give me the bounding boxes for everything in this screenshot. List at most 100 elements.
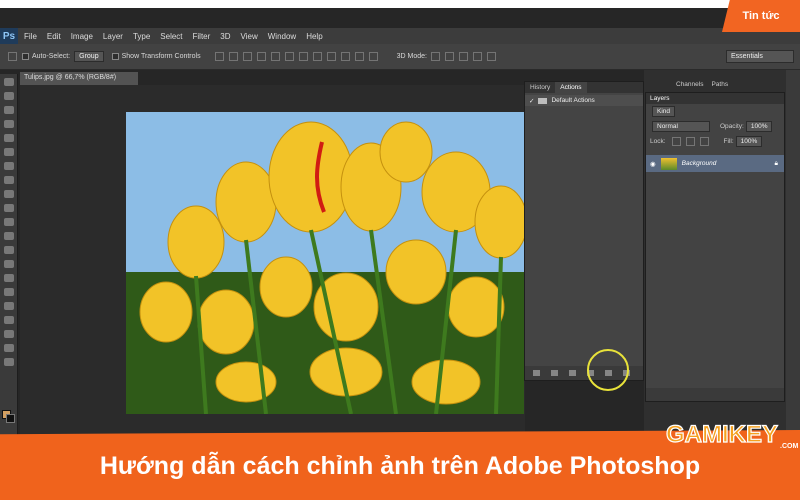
brand-suffix: .COM (780, 443, 798, 450)
menu-file[interactable]: File (24, 32, 37, 41)
highlight-circle (587, 349, 629, 391)
blend-mode-dropdown[interactable]: Normal (652, 121, 710, 132)
menu-edit[interactable]: Edit (47, 32, 61, 41)
marquee-tool-icon[interactable] (3, 92, 14, 100)
menu-type[interactable]: Type (133, 32, 150, 41)
3d-tool-icon[interactable] (3, 330, 14, 338)
distribute-center-icon[interactable] (354, 52, 364, 61)
type-tool-icon[interactable] (3, 288, 14, 296)
lock-position-icon[interactable] (685, 137, 695, 146)
3d-roll-icon[interactable] (444, 52, 454, 61)
shape-tool-icon[interactable] (3, 316, 14, 324)
opacity-label: Opacity: (720, 123, 744, 130)
transform-controls-label: Show Transform Controls (121, 53, 201, 60)
menu-filter[interactable]: Filter (193, 32, 211, 41)
3d-pan-icon[interactable] (458, 52, 468, 61)
auto-select-checkbox[interactable] (22, 53, 29, 60)
opacity-field[interactable]: 100% (745, 121, 773, 132)
3d-slide-icon[interactable] (472, 52, 482, 61)
tulips-illustration (126, 112, 524, 414)
3d-mode-label: 3D Mode: (396, 53, 427, 60)
menu-3d[interactable]: 3D (220, 32, 230, 41)
auto-select-dropdown[interactable]: Group (74, 51, 104, 62)
record-icon[interactable] (551, 370, 558, 376)
move-tool-icon[interactable] (3, 78, 14, 86)
healing-brush-tool-icon[interactable] (3, 162, 14, 170)
play-icon[interactable] (569, 370, 576, 376)
dodge-tool-icon[interactable] (3, 260, 14, 268)
actions-panel: History Actions ✓ Default Actions (524, 81, 644, 381)
layers-panel-title[interactable]: Layers (646, 93, 784, 104)
gamikey-logo: GAMIKEY .COM (665, 420, 798, 450)
3d-rotate-icon[interactable] (430, 52, 440, 61)
layer-filter-dropdown[interactable]: Kind (652, 106, 676, 117)
menu-bar: Ps File Edit Image Layer Type Select Fil… (0, 28, 800, 44)
3d-scale-icon[interactable] (486, 52, 496, 61)
distribute-left-icon[interactable] (340, 52, 350, 61)
lock-row: Lock: Fill: 100% (646, 134, 784, 149)
tab-paths[interactable]: Paths (707, 80, 732, 89)
align-left-icon[interactable] (256, 52, 266, 61)
layer-lock-icon: 🔒︎ (774, 159, 778, 167)
menu-help[interactable]: Help (306, 32, 322, 41)
clone-stamp-tool-icon[interactable] (3, 190, 14, 198)
zoom-tool-icon[interactable] (3, 358, 14, 366)
menu-window[interactable]: Window (268, 32, 296, 41)
distribute-middle-icon[interactable] (312, 52, 322, 61)
lock-all-icon[interactable] (699, 137, 709, 146)
eraser-tool-icon[interactable] (3, 218, 14, 226)
crop-tool-icon[interactable] (3, 134, 14, 142)
news-badge: Tin tức (722, 0, 800, 32)
tools-panel (0, 74, 18, 438)
move-tool-icon[interactable] (8, 52, 17, 61)
align-bottom-icon[interactable] (242, 52, 252, 61)
blur-tool-icon[interactable] (3, 246, 14, 254)
fill-field[interactable]: 100% (735, 136, 763, 147)
menu-layer[interactable]: Layer (103, 32, 123, 41)
path-select-tool-icon[interactable] (3, 302, 14, 310)
layer-name: Background (681, 160, 717, 167)
align-center-icon[interactable] (270, 52, 280, 61)
lock-pixels-icon[interactable] (671, 137, 681, 146)
action-set-row[interactable]: ✓ Default Actions (525, 95, 643, 106)
page-title: Hướng dẫn cách chỉnh ảnh trên Adobe Phot… (99, 452, 701, 480)
layer-row-background[interactable]: ◉ Background 🔒︎ (646, 155, 784, 172)
menu-select[interactable]: Select (160, 32, 182, 41)
pen-tool-icon[interactable] (3, 274, 14, 282)
tulips-photo (126, 112, 524, 414)
tab-history[interactable]: History (525, 82, 555, 93)
distribute-top-icon[interactable] (298, 52, 308, 61)
quick-select-tool-icon[interactable] (3, 120, 14, 128)
options-bar: Auto-Select: Group Show Transform Contro… (0, 44, 800, 70)
hand-tool-icon[interactable] (3, 344, 14, 352)
eye-icon[interactable]: ◉ (650, 160, 656, 168)
photoshop-window: Ps File Edit Image Layer Type Select Fil… (0, 8, 800, 438)
lock-label: Lock: (650, 138, 666, 145)
brush-tool-icon[interactable] (3, 176, 14, 184)
checkmark-icon[interactable]: ✓ (529, 97, 534, 105)
blend-row: Normal Opacity: 100% (646, 119, 784, 134)
tab-channels[interactable]: Channels (672, 80, 707, 89)
lasso-tool-icon[interactable] (3, 106, 14, 114)
menu-view[interactable]: View (241, 32, 258, 41)
screenshot-frame: Ps File Edit Image Layer Type Select Fil… (0, 0, 800, 500)
workspace-dropdown[interactable]: Essentials (726, 50, 794, 63)
eyedropper-tool-icon[interactable] (3, 148, 14, 156)
collapsed-panel-strip (786, 70, 800, 438)
distribute-bottom-icon[interactable] (326, 52, 336, 61)
distribute-right-icon[interactable] (368, 52, 378, 61)
align-right-icon[interactable] (284, 52, 294, 61)
folder-icon (538, 97, 548, 104)
actions-panel-tabs: History Actions (525, 82, 643, 93)
stop-recording-icon[interactable] (533, 370, 540, 376)
document-tab[interactable]: Tulips.jpg @ 66,7% (RGB/8#) (20, 72, 138, 85)
background-color-swatch[interactable] (6, 414, 15, 423)
align-middle-icon[interactable] (228, 52, 238, 61)
gradient-tool-icon[interactable] (3, 232, 14, 240)
menu-image[interactable]: Image (71, 32, 93, 41)
layers-panel-footer (646, 388, 784, 401)
transform-controls-checkbox[interactable] (111, 53, 119, 60)
align-top-icon[interactable] (214, 52, 224, 61)
tab-actions[interactable]: Actions (555, 82, 587, 93)
history-brush-tool-icon[interactable] (3, 204, 14, 212)
